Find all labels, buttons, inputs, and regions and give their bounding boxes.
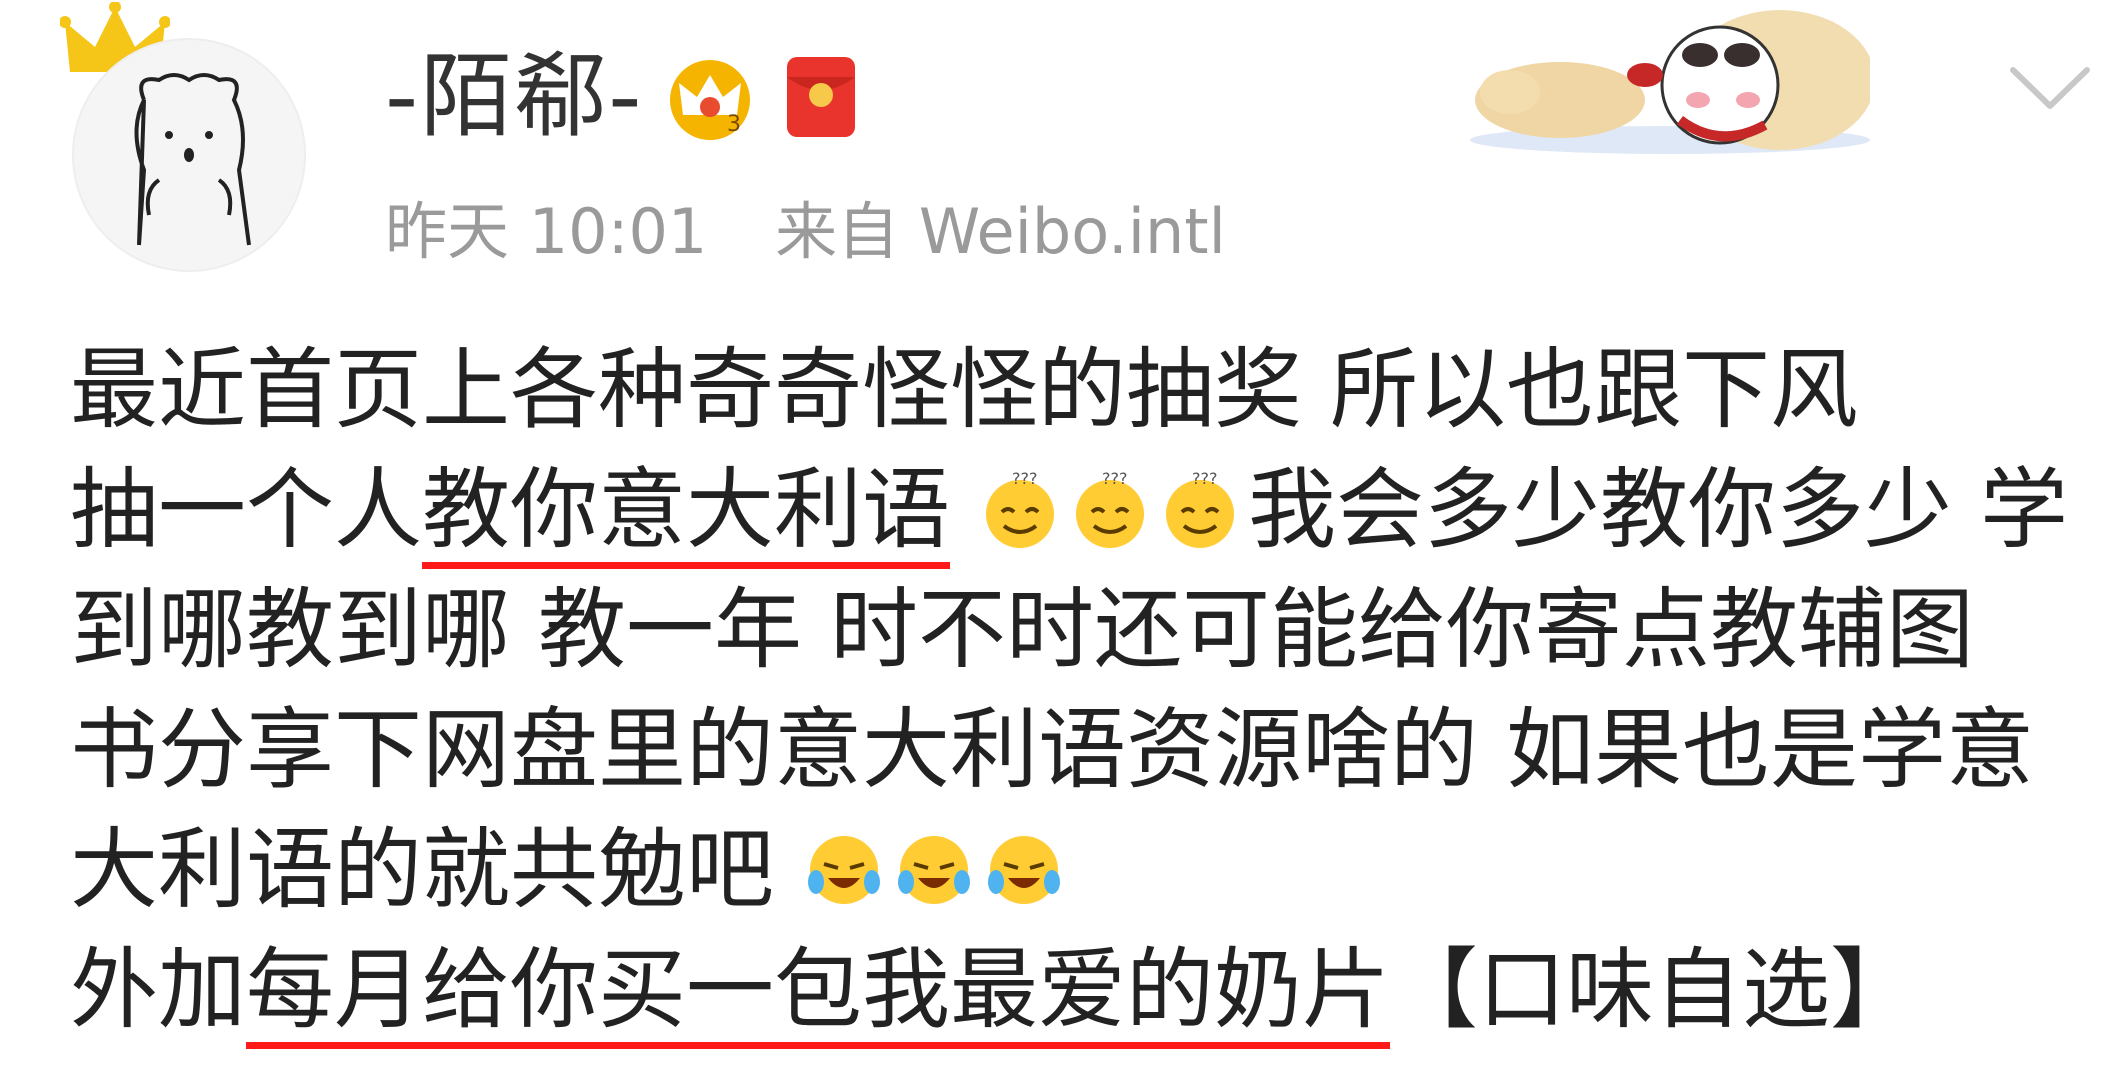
vip-crown-badge-icon[interactable]: 3	[665, 55, 755, 145]
laugh-cry-emoji-icon	[898, 836, 970, 904]
underlined-text: 每月给你买一包我最爱的奶片	[246, 938, 1391, 1041]
content-line-6: 外加每月给你买一包我最爱的奶片【口味自选】	[70, 930, 2120, 1050]
content-text: 大利语的就共勉吧	[70, 818, 775, 921]
content-text: 外加	[70, 938, 247, 1041]
svg-text:3: 3	[727, 112, 741, 137]
content-line-3: 到哪教到哪 教一年 时不时还可能给你寄点教辅图	[70, 570, 2120, 690]
svg-text:???: ???	[1012, 469, 1037, 488]
username[interactable]: -陌郗-	[385, 42, 643, 152]
svg-text:???: ???	[1102, 469, 1127, 488]
post-time: 昨天 10:01	[385, 195, 708, 268]
post-source[interactable]: 来自 Weibo.intl	[775, 195, 1226, 268]
chevron-down-icon[interactable]	[2005, 58, 2095, 118]
post-meta: 昨天 10:01 来自 Weibo.intl	[385, 192, 1274, 272]
avatar[interactable]	[72, 38, 306, 272]
laugh-cry-emoji-icon	[808, 836, 880, 904]
red-envelope-icon[interactable]	[785, 55, 857, 139]
content-text: 【口味自选】	[1390, 938, 1919, 1041]
dizzy-smile-emoji-icon: ???	[986, 469, 1055, 548]
content-text: 最近首页上各种奇奇怪怪的抽奖 所以也跟下风	[70, 338, 1858, 441]
sleeping-animals-sticker	[1470, 10, 1870, 154]
content-line-4: 书分享下网盘里的意大利语资源啥的 如果也是学意	[70, 690, 2120, 810]
content-line-5: 大利语的就共勉吧	[70, 810, 2120, 930]
content-line-1: 最近首页上各种奇奇怪怪的抽奖 所以也跟下风	[70, 330, 2120, 450]
laugh-cry-emoji-icon	[988, 836, 1060, 904]
content-text: 抽一个人	[70, 458, 423, 561]
content-text: 我会多少教你多少 学	[1248, 458, 2068, 561]
content-line-2: 抽一个人教你意大利语 ??? ??? ??? 我会多少教你多少 学	[70, 450, 2120, 570]
post-content: 最近首页上各种奇奇怪怪的抽奖 所以也跟下风 抽一个人教你意大利语 ??? ???…	[70, 330, 2120, 1050]
dizzy-smile-emoji-icon: ???	[1166, 469, 1235, 548]
content-text: 到哪教到哪 教一年 时不时还可能给你寄点教辅图	[70, 578, 1974, 681]
svg-text:???: ???	[1192, 469, 1217, 488]
content-text: 书分享下网盘里的意大利语资源啥的 如果也是学意	[70, 698, 2034, 801]
underlined-text: 教你意大利语	[422, 458, 951, 561]
dizzy-smile-emoji-icon: ???	[1076, 469, 1145, 548]
bear-avatar-icon	[134, 73, 251, 246]
